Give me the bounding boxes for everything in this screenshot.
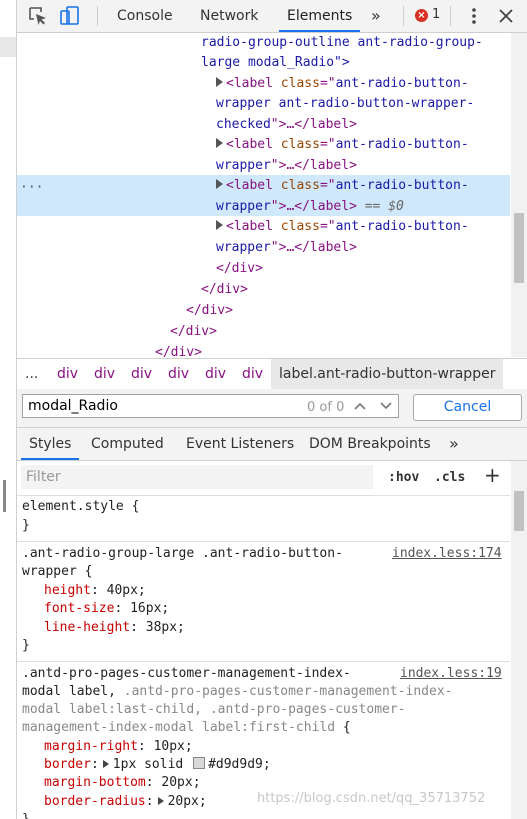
rule-close-brace: }: [22, 812, 30, 819]
dollar-zero-marker: == $0: [356, 199, 404, 214]
tab-event-listeners[interactable]: Event Listeners: [186, 428, 294, 460]
toolbar-separator: [403, 6, 404, 26]
tab-styles[interactable]: Styles: [21, 428, 80, 460]
cancel-button[interactable]: Cancel: [413, 394, 522, 421]
expand-shorthand-icon[interactable]: [157, 797, 164, 805]
find-next-icon[interactable]: [379, 400, 393, 412]
styles-rules: element.style { } .ant-radio-group-large…: [17, 496, 510, 819]
css-property[interactable]: border: 1px solid #d9d9d9;: [44, 757, 271, 772]
source-link[interactable]: index.less:174: [392, 546, 502, 561]
breadcrumb-item[interactable]: div: [205, 366, 226, 382]
rule-close-brace: }: [22, 638, 30, 653]
tree-line[interactable]: wrapper">…</label> == $0: [216, 199, 404, 220]
node-actions-icon[interactable]: ···: [20, 180, 43, 195]
tree-closing-tag[interactable]: </div>: [201, 282, 248, 303]
tree-node-label-selected[interactable]: <label class="ant-radio-button-: [216, 178, 469, 199]
more-tabs-button[interactable]: »: [371, 0, 381, 32]
breadcrumb-item[interactable]: div: [131, 366, 152, 382]
tree-scrollbar[interactable]: [511, 33, 527, 357]
tree-line[interactable]: checked">…</label>: [216, 117, 357, 138]
gutter-block: [0, 37, 16, 57]
tree-closing-tag[interactable]: </div>: [186, 303, 233, 324]
scroll-thumb[interactable]: [514, 491, 524, 531]
tree-closing-tag[interactable]: </div>: [155, 345, 202, 357]
tree-node-label[interactable]: <label class="ant-radio-button-: [216, 76, 469, 97]
css-property[interactable]: margin-bottom: 20px;: [44, 775, 201, 790]
tab-network[interactable]: Network: [200, 0, 258, 32]
error-icon[interactable]: ×: [415, 9, 428, 22]
close-icon[interactable]: [494, 4, 518, 28]
element-style-selector[interactable]: element.style {: [22, 499, 139, 514]
hover-state-toggle[interactable]: :hov: [388, 470, 419, 485]
resize-grip[interactable]: [3, 480, 6, 512]
rule-selector[interactable]: modal label, .antd-pro-pages-customer-ma…: [22, 684, 452, 699]
tree-line[interactable]: large modal_Radio">: [201, 55, 350, 76]
match-count: 0 of 0: [307, 400, 345, 415]
rule-selector[interactable]: wrapper {: [22, 564, 92, 579]
breadcrumb-current[interactable]: label.ant-radio-button-wrapper: [271, 359, 504, 389]
rule-selector[interactable]: .antd-pro-pages-customer-management-inde…: [22, 666, 351, 681]
styles-filter-bar: Filter :hov .cls +: [17, 461, 510, 496]
tab-console[interactable]: Console: [117, 0, 173, 32]
more-tabs-button[interactable]: »: [449, 428, 459, 460]
breadcrumb-ellipsis[interactable]: ...: [25, 366, 38, 382]
rule-divider: [17, 541, 510, 542]
styles-tabbar: Styles Computed Event Listeners DOM Brea…: [17, 428, 527, 461]
breadcrumb-item[interactable]: div: [168, 366, 189, 382]
expand-triangle-icon[interactable]: [216, 179, 223, 189]
tree-line[interactable]: wrapper ant-radio-button-wrapper-: [216, 96, 474, 117]
filter-input[interactable]: Filter: [21, 465, 373, 489]
devtools-panel: Console Network Elements » × 1 ··· radio…: [17, 0, 527, 819]
find-bar: modal_Radio 0 of 0 Cancel: [17, 389, 527, 428]
css-property[interactable]: line-height: 38px;: [44, 620, 185, 635]
breadcrumb: ... div div div div div div label.ant-ra…: [17, 358, 527, 390]
tree-closing-tag[interactable]: </div>: [170, 324, 217, 345]
toolbar-separator: [97, 6, 98, 26]
expand-shorthand-icon[interactable]: [102, 760, 109, 768]
scroll-thumb[interactable]: [514, 213, 524, 283]
error-count[interactable]: 1: [432, 7, 440, 22]
expand-triangle-icon[interactable]: [216, 138, 223, 148]
tab-elements[interactable]: Elements: [279, 0, 361, 32]
new-style-rule-button[interactable]: +: [484, 463, 501, 487]
source-link[interactable]: index.less:19: [400, 666, 502, 681]
tab-dom-breakpoints[interactable]: DOM Breakpoints: [309, 428, 431, 460]
color-swatch[interactable]: [193, 757, 206, 769]
breadcrumb-item[interactable]: div: [57, 366, 78, 382]
rule-selector[interactable]: modal label:last-child, .antd-pro-pages-…: [22, 702, 406, 717]
tree-line[interactable]: wrapper">…</label>: [216, 240, 357, 261]
tree-line[interactable]: wrapper">…</label>: [216, 158, 357, 179]
tree-node-label[interactable]: <label class="ant-radio-button-: [216, 219, 469, 240]
expand-triangle-icon[interactable]: [216, 77, 223, 87]
breadcrumb-item[interactable]: div: [94, 366, 115, 382]
css-property[interactable]: font-size: 16px;: [44, 601, 169, 616]
watermark: https://blog.csdn.net/qq_35713752: [257, 791, 486, 806]
tab-computed[interactable]: Computed: [91, 428, 164, 460]
rule-selector[interactable]: .ant-radio-group-large .ant-radio-button…: [22, 546, 343, 561]
toolbar-separator: [450, 6, 451, 26]
styles-scrollbar[interactable]: [511, 461, 527, 819]
css-property[interactable]: height: 40px;: [44, 583, 146, 598]
device-toolbar-icon[interactable]: [58, 4, 82, 28]
tree-line[interactable]: radio-group-outline ant-radio-group-: [201, 35, 483, 56]
rule-selector[interactable]: management-index-modal label:first-child…: [22, 720, 351, 735]
kebab-menu-icon[interactable]: [462, 4, 486, 28]
expand-triangle-icon[interactable]: [216, 220, 223, 230]
inspect-element-icon[interactable]: [26, 4, 50, 28]
tree-closing-tag[interactable]: </div>: [216, 261, 263, 282]
elements-tree: ··· radio-group-outline ant-radio-group-…: [17, 33, 510, 357]
rule-divider: [17, 661, 510, 662]
left-gutter: [0, 0, 17, 819]
tree-node-label[interactable]: <label class="ant-radio-button-: [216, 137, 469, 158]
breadcrumb-item[interactable]: div: [242, 366, 263, 382]
css-property[interactable]: margin-right: 10px;: [44, 739, 193, 754]
css-property[interactable]: border-radius: 20px;: [44, 794, 207, 809]
class-toggle[interactable]: .cls: [434, 470, 465, 485]
rule-close-brace: }: [22, 518, 30, 533]
find-previous-icon[interactable]: [353, 400, 367, 412]
devtools-toolbar: Console Network Elements » × 1: [17, 0, 527, 33]
